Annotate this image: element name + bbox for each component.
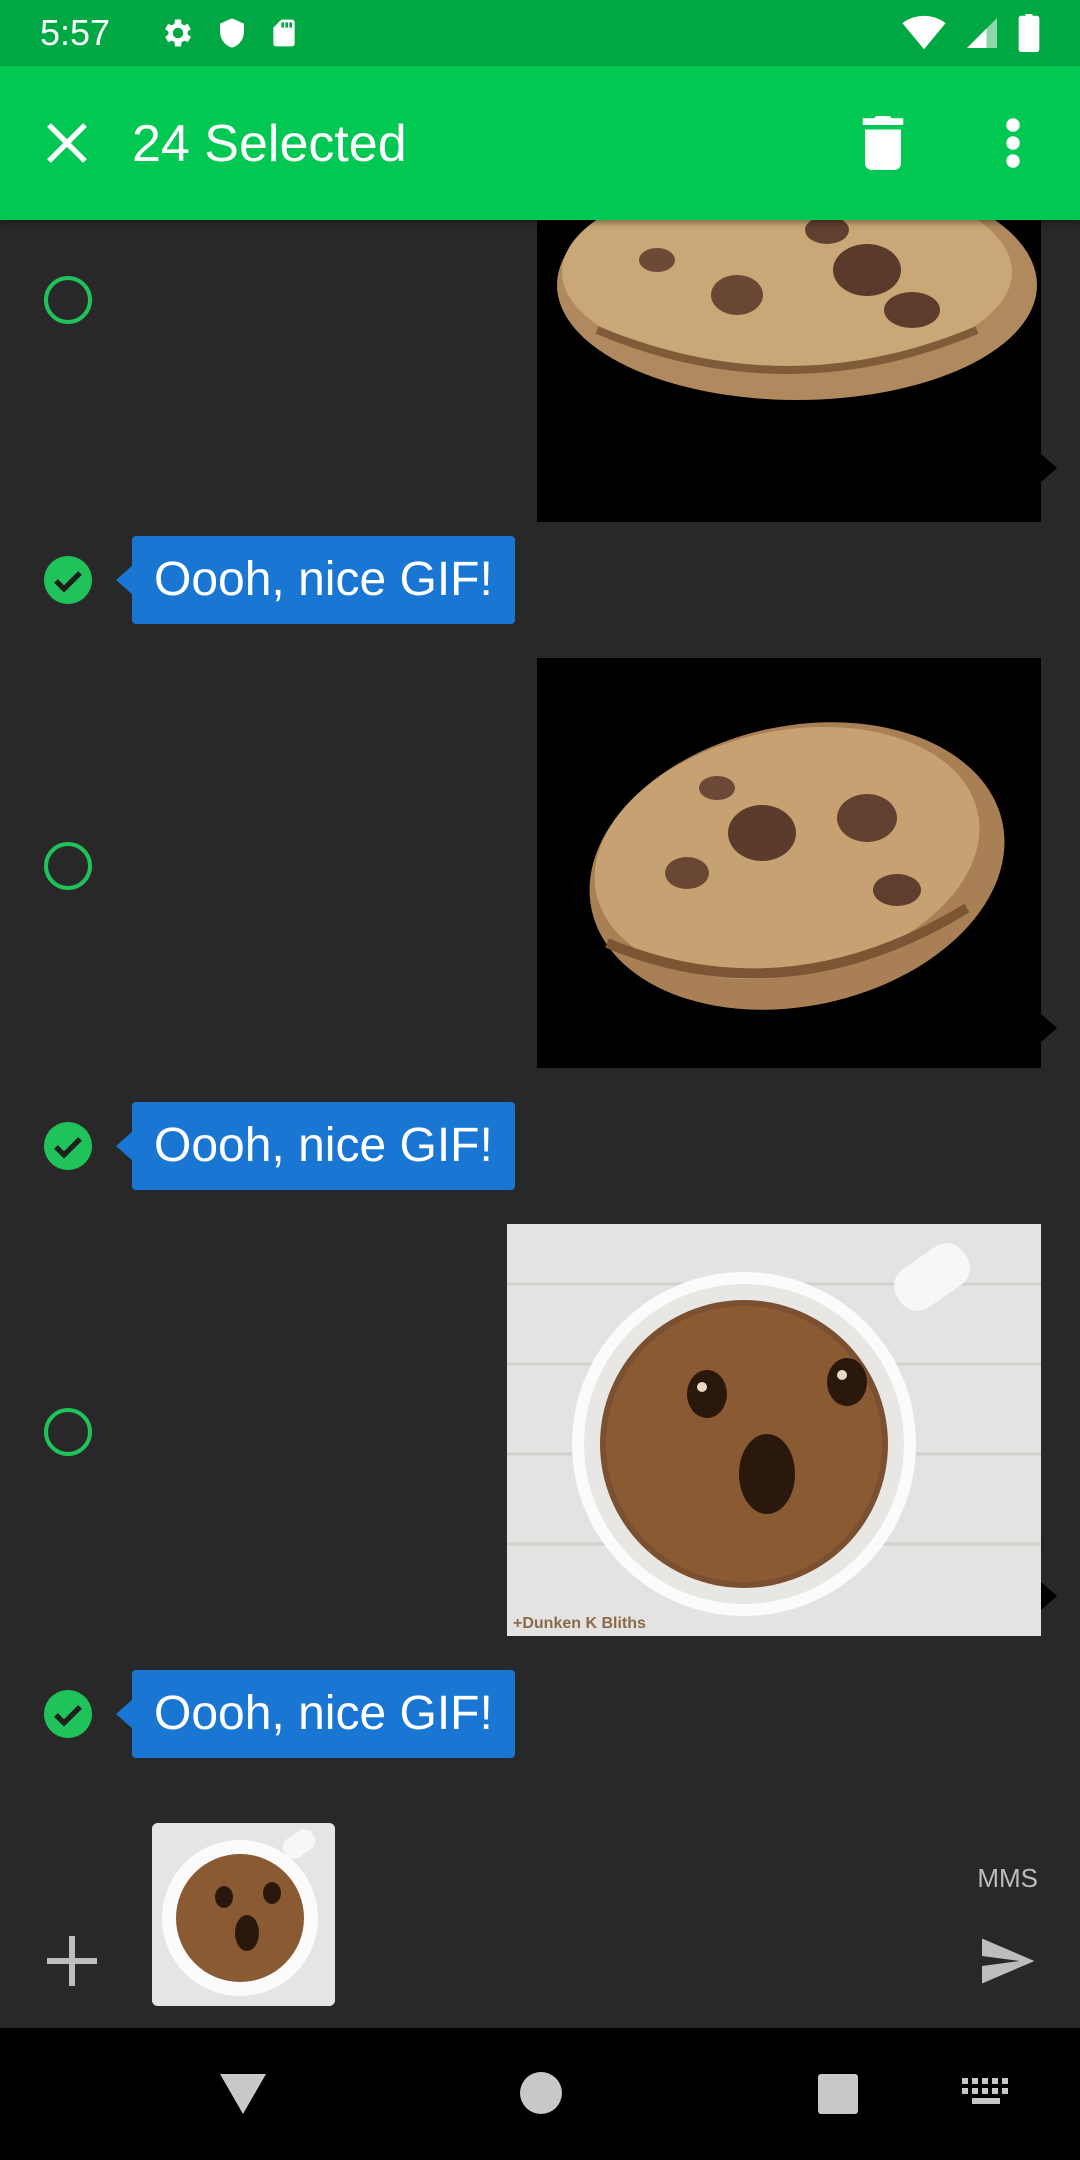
check-icon <box>54 1137 82 1159</box>
select-toggle-unchecked[interactable] <box>44 1408 92 1456</box>
recents-icon[interactable] <box>818 2074 858 2114</box>
signal-icon <box>967 18 997 48</box>
send-icon <box>982 1938 1035 1984</box>
wifi-icon <box>902 15 946 50</box>
back-icon[interactable] <box>218 2072 268 2116</box>
add-attachment-button[interactable] <box>42 1931 102 1991</box>
status-time: 5:57 <box>40 12 111 53</box>
incoming-message-bubble[interactable]: Oooh, nice GIF! <box>132 536 515 624</box>
check-icon <box>54 1705 82 1727</box>
shield-icon <box>220 18 244 48</box>
cookie-gif-image <box>557 220 1037 400</box>
overflow-menu-button[interactable] <box>996 116 1030 170</box>
select-toggle-checked[interactable] <box>44 1690 92 1738</box>
select-toggle-checked[interactable] <box>44 556 92 604</box>
battery-icon <box>1018 14 1040 52</box>
coffee-gif-image: +Dunken K Bliths <box>507 1224 1041 1636</box>
gif-watermark: +Dunken K Bliths <box>513 1615 646 1632</box>
message-list[interactable]: Oooh, nice GIF! Oooh, nice GIF! +Dunken … <box>0 220 1080 1783</box>
compose-area: MMS <box>0 1783 1080 2028</box>
gif-message-cookie[interactable] <box>537 220 1041 522</box>
delete-icon <box>862 116 904 170</box>
more-vert-icon <box>1006 118 1020 168</box>
system-navigation-bar <box>0 2028 1080 2160</box>
select-toggle-checked[interactable] <box>44 1122 92 1170</box>
mms-indicator: MMS <box>977 1863 1038 1893</box>
outgoing-bubble-tail <box>1041 1014 1057 1042</box>
select-toggle-unchecked[interactable] <box>44 276 92 324</box>
home-icon[interactable] <box>520 2072 562 2114</box>
selection-action-bar: 24 Selected <box>0 66 1080 220</box>
gif-message-coffee[interactable]: +Dunken K Bliths <box>507 1224 1041 1636</box>
outgoing-bubble-tail <box>1041 454 1057 482</box>
keyboard-icon[interactable] <box>962 2078 1010 2108</box>
outgoing-bubble-tail <box>1041 1582 1057 1610</box>
coffee-thumbnail-image <box>152 1823 335 2006</box>
delete-button[interactable] <box>858 116 908 170</box>
send-button[interactable] <box>976 1931 1038 1991</box>
cookie-gif-image <box>589 722 1005 1010</box>
add-icon <box>47 1936 97 1986</box>
close-selection-button[interactable] <box>40 116 94 170</box>
check-icon <box>54 571 82 593</box>
attachment-thumbnail[interactable] <box>152 1823 335 2006</box>
status-icons-left <box>160 15 300 51</box>
settings-icon <box>165 19 191 47</box>
select-toggle-unchecked[interactable] <box>44 842 92 890</box>
gif-message-cookie[interactable] <box>537 658 1041 1068</box>
incoming-message-bubble[interactable]: Oooh, nice GIF! <box>132 1102 515 1190</box>
status-bar: 5:57 <box>0 0 1080 66</box>
close-icon <box>47 123 87 163</box>
selection-count-title: 24 Selected <box>132 115 407 173</box>
incoming-message-bubble[interactable]: Oooh, nice GIF! <box>132 1670 515 1758</box>
status-icons-right <box>902 14 1040 52</box>
sd-card-icon <box>273 19 295 47</box>
